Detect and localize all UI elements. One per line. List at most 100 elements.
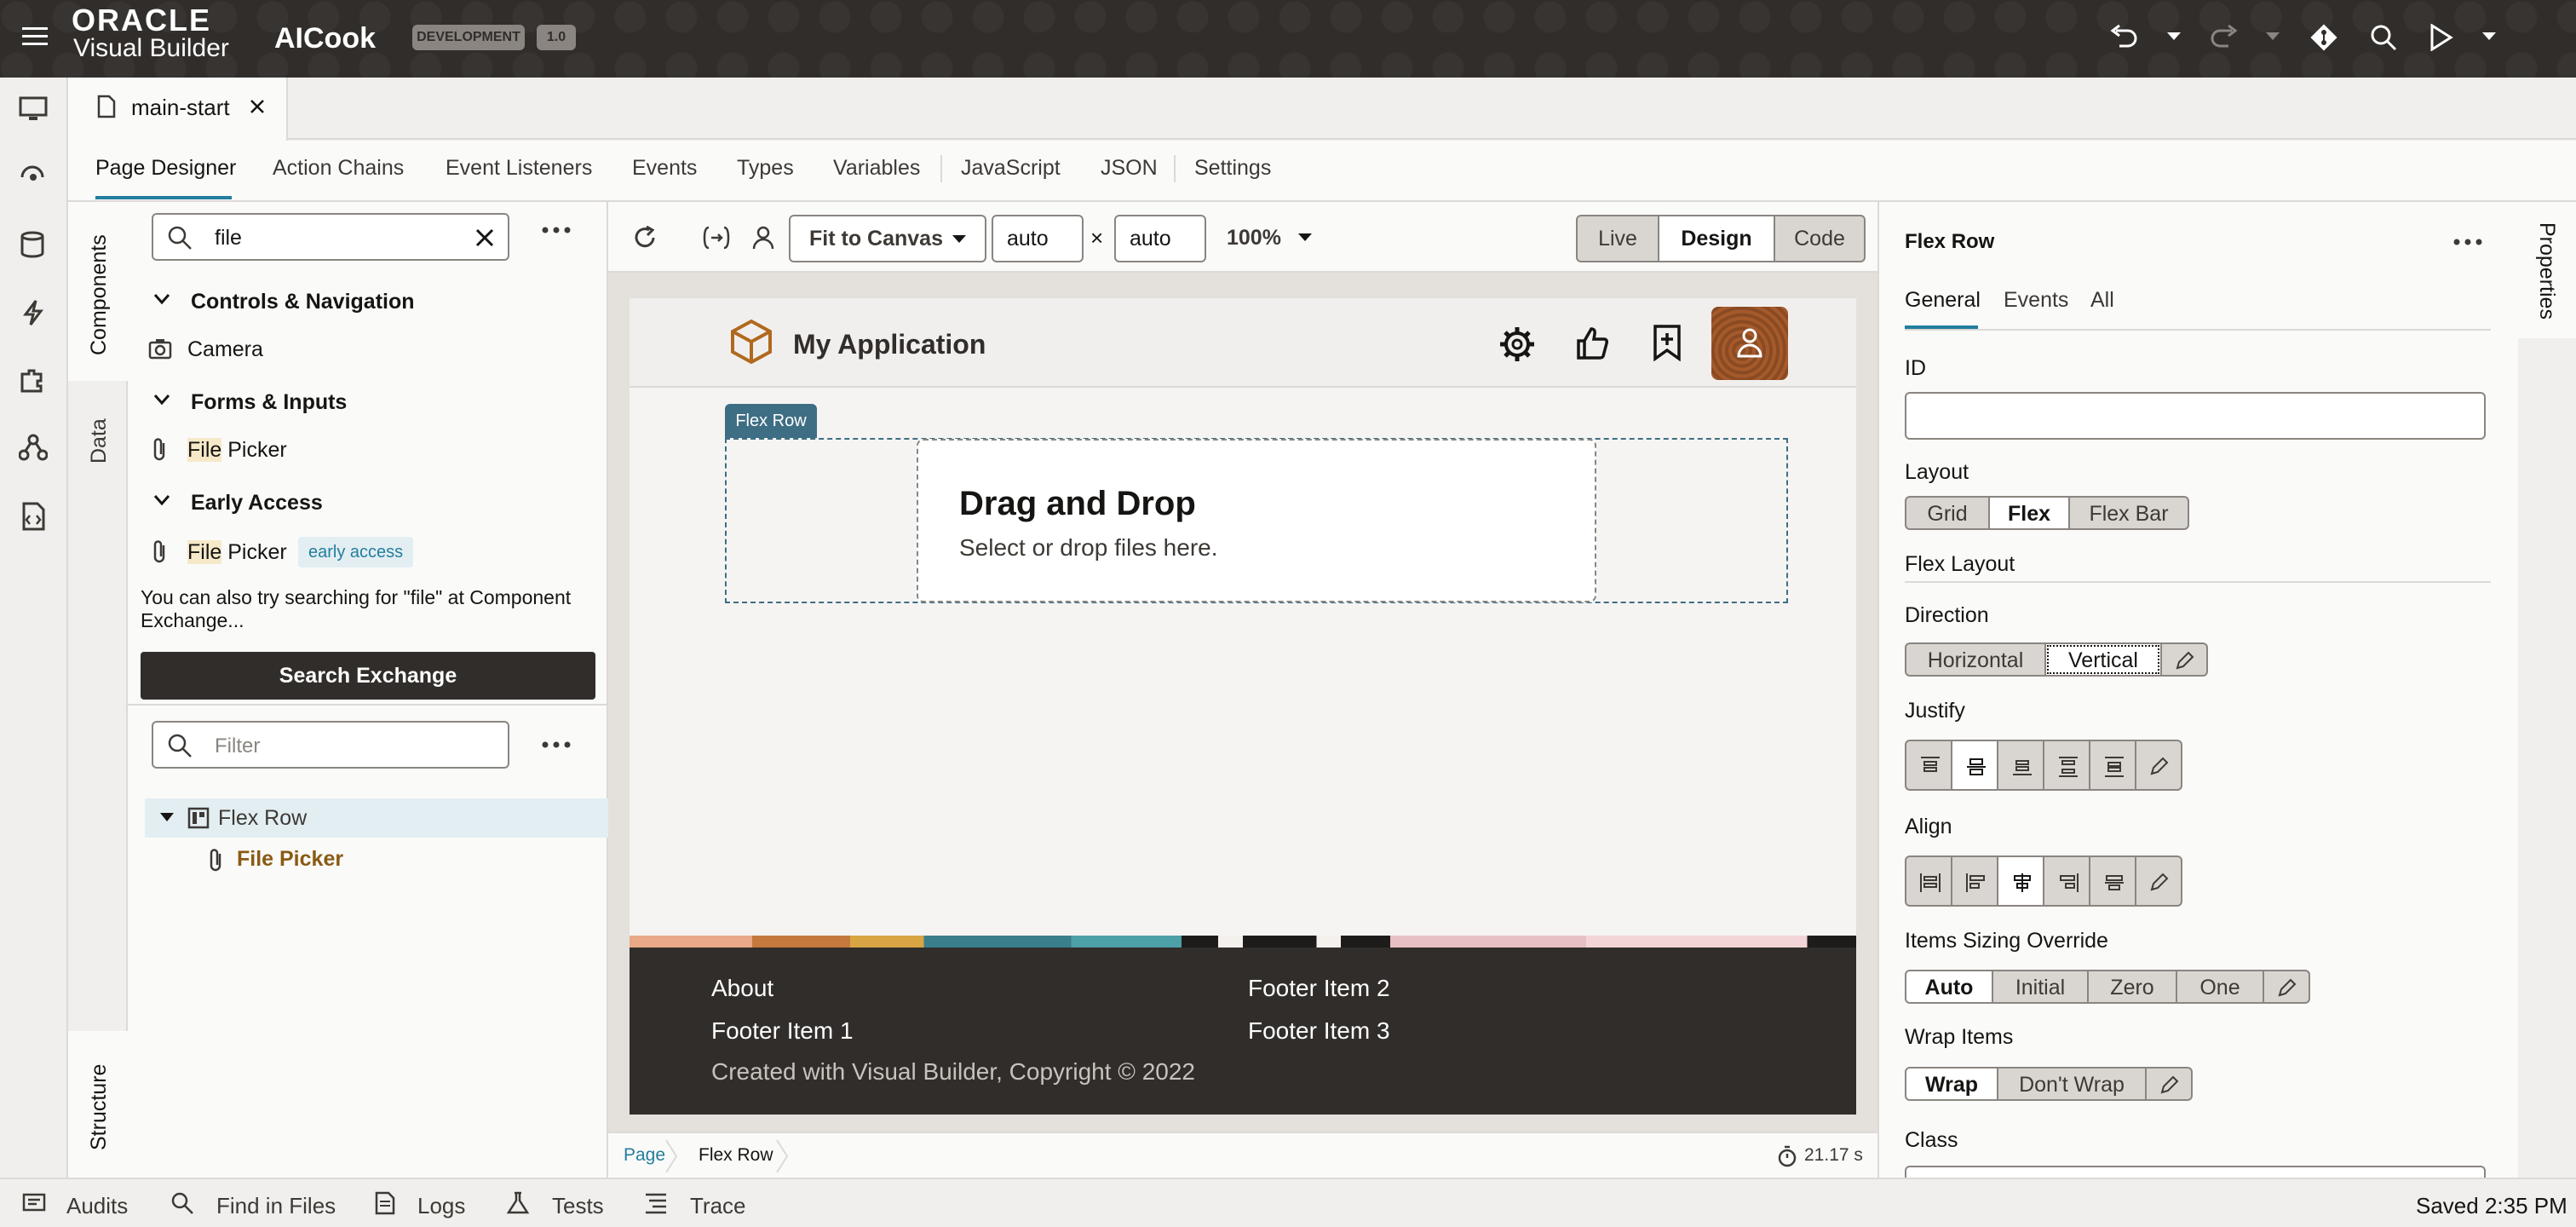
git-icon[interactable] — [2309, 22, 2339, 53]
bottom-find-in-files[interactable]: Find in Files — [216, 1193, 336, 1219]
user-avatar[interactable] — [1711, 307, 1788, 380]
component-search-input[interactable]: file — [152, 213, 509, 261]
layout-grid[interactable]: Grid — [1905, 496, 1990, 530]
mode-live[interactable]: Live — [1576, 215, 1659, 262]
undo-menu-icon[interactable] — [2167, 32, 2181, 41]
class-input[interactable] — [1905, 1166, 2486, 1178]
business-objects-icon[interactable] — [19, 231, 48, 258]
justify-start-icon[interactable] — [1905, 740, 1952, 791]
undo-icon[interactable] — [2109, 24, 2138, 49]
side-tab-properties[interactable]: Properties — [2518, 202, 2576, 338]
align-start-icon[interactable] — [1951, 855, 1998, 907]
tab-page-designer[interactable]: Page Designer — [95, 156, 236, 181]
zoom-select[interactable]: 100% — [1227, 226, 1281, 251]
processes-icon[interactable] — [20, 299, 46, 326]
props-tab-general[interactable]: General — [1905, 288, 1981, 313]
search-icon[interactable] — [2370, 24, 2397, 51]
bookmark-add-icon[interactable] — [1652, 324, 1682, 361]
more-options-icon[interactable] — [542, 227, 571, 233]
tab-events[interactable]: Events — [632, 156, 697, 181]
resources-icon[interactable] — [20, 502, 46, 531]
justify-edit-button[interactable] — [2135, 740, 2182, 791]
side-tab-components[interactable]: Components — [68, 202, 128, 381]
footer-link-item-1[interactable]: Footer Item 1 — [711, 1017, 854, 1045]
direction-horizontal[interactable]: Horizontal — [1905, 642, 2046, 677]
chevron-down-icon[interactable] — [153, 494, 170, 506]
tab-types[interactable]: Types — [737, 156, 794, 181]
run-icon[interactable] — [2429, 24, 2453, 51]
clear-search-icon[interactable] — [475, 228, 494, 247]
fit-to-canvas-select[interactable]: Fit to Canvas — [789, 215, 986, 262]
settings-gear-icon[interactable] — [1498, 325, 1536, 363]
services-icon[interactable] — [19, 164, 48, 190]
props-tab-events[interactable]: Events — [2004, 288, 2068, 313]
align-edit-button[interactable] — [2135, 855, 2182, 907]
components-nav-icon[interactable] — [19, 367, 46, 395]
bottom-tests[interactable]: Tests — [552, 1193, 604, 1219]
tab-event-listeners[interactable]: Event Listeners — [446, 156, 592, 181]
redo-icon[interactable] — [2210, 24, 2239, 49]
web-apps-icon[interactable] — [19, 96, 48, 122]
justify-end-icon[interactable] — [1997, 740, 2044, 791]
sizing-auto[interactable]: Auto — [1905, 970, 1993, 1004]
layout-flex-bar[interactable]: Flex Bar — [2068, 496, 2189, 530]
footer-link-item-3[interactable]: Footer Item 3 — [1248, 1017, 1390, 1045]
tab-action-chains[interactable]: Action Chains — [273, 156, 404, 181]
tab-variables[interactable]: Variables — [833, 156, 920, 181]
direction-vertical[interactable]: Vertical — [2044, 642, 2162, 677]
side-tab-data[interactable]: Data — [87, 418, 112, 464]
wrap-wrap[interactable]: Wrap — [1905, 1067, 1998, 1101]
bottom-trace[interactable]: Trace — [690, 1193, 746, 1219]
group-early-access[interactable]: Early Access — [191, 491, 323, 516]
component-file-picker-early[interactable]: File Picker — [187, 540, 287, 565]
component-file-picker[interactable]: File Picker — [187, 438, 287, 463]
sizing-edit-button[interactable] — [2263, 970, 2310, 1004]
footer-link-item-2[interactable]: Footer Item 2 — [1248, 975, 1390, 1002]
variables-icon[interactable] — [702, 225, 731, 251]
layout-flex[interactable]: Flex — [1988, 496, 2070, 530]
search-exchange-button[interactable]: Search Exchange — [141, 652, 595, 700]
thumbs-up-icon[interactable] — [1575, 325, 1609, 361]
more-options-icon[interactable] — [542, 741, 571, 748]
tree-node-file-picker[interactable]: File Picker — [237, 847, 343, 872]
bottom-logs[interactable]: Logs — [417, 1193, 465, 1219]
footer-link-about[interactable]: About — [711, 975, 773, 1002]
tab-settings[interactable]: Settings — [1194, 156, 1271, 181]
align-center-icon[interactable] — [1997, 855, 2044, 907]
chevron-down-icon[interactable] — [1298, 233, 1312, 242]
wrap-dont-wrap[interactable]: Don't Wrap — [1997, 1067, 2147, 1101]
flex-row-tag[interactable]: Flex Row — [725, 404, 817, 438]
justify-between-icon[interactable] — [2043, 740, 2090, 791]
app-name[interactable]: AICook — [274, 22, 376, 55]
run-menu-icon[interactable] — [2482, 32, 2496, 41]
source-icon[interactable] — [19, 434, 48, 461]
props-tab-all[interactable]: All — [2090, 288, 2114, 313]
bottom-audits[interactable]: Audits — [66, 1193, 128, 1219]
side-tab-structure[interactable]: Structure — [68, 1031, 128, 1178]
justify-center-icon[interactable] — [1951, 740, 1998, 791]
group-controls-navigation[interactable]: Controls & Navigation — [191, 290, 415, 314]
align-end-icon[interactable] — [2043, 855, 2090, 907]
wrap-edit-button[interactable] — [2145, 1067, 2193, 1101]
component-camera[interactable]: Camera — [187, 337, 263, 362]
menu-icon[interactable] — [22, 26, 48, 48]
more-options-icon[interactable] — [2453, 239, 2482, 245]
tree-node-flex-row[interactable]: Flex Row — [145, 798, 608, 838]
chevron-down-icon[interactable] — [153, 394, 170, 406]
file-tab-main-start[interactable]: main-start — [68, 78, 288, 141]
structure-filter-input[interactable]: Filter — [152, 721, 509, 769]
align-baseline-icon[interactable] — [2089, 855, 2136, 907]
id-input[interactable] — [1905, 392, 2486, 440]
justify-around-icon[interactable] — [2089, 740, 2136, 791]
mode-code[interactable]: Code — [1774, 215, 1866, 262]
height-input[interactable]: auto — [1114, 215, 1206, 262]
group-forms-inputs[interactable]: Forms & Inputs — [191, 390, 347, 415]
refresh-icon[interactable] — [632, 225, 658, 251]
file-picker-dropzone[interactable]: Drag and Drop Select or drop files here. — [917, 439, 1596, 602]
direction-edit-button[interactable] — [2160, 642, 2208, 677]
user-role-icon[interactable] — [751, 225, 775, 251]
tab-json[interactable]: JSON — [1101, 156, 1158, 181]
mode-design[interactable]: Design — [1658, 215, 1775, 262]
sizing-zero[interactable]: Zero — [2087, 970, 2177, 1004]
redo-menu-icon[interactable] — [2266, 32, 2280, 41]
